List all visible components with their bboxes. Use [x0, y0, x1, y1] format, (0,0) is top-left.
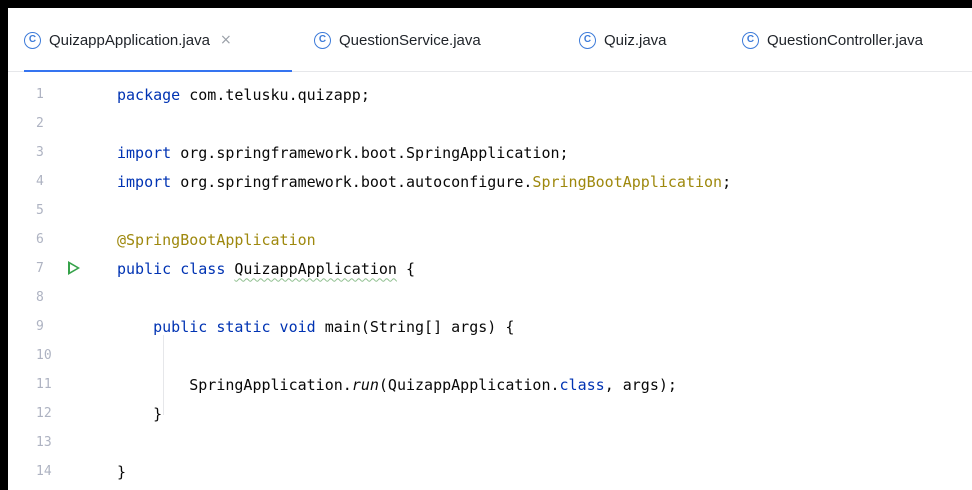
line-number: 7: [36, 261, 44, 276]
closing-brace: }: [117, 462, 127, 481]
run-icon[interactable]: [68, 261, 80, 275]
annotation-token: SpringBootApplication: [532, 172, 723, 191]
code-text: }: [117, 463, 126, 481]
tab-question-controller[interactable]: C QuestionController.java: [742, 8, 923, 72]
code-line: 13: [8, 428, 972, 457]
code-token: main(String[] args) {: [315, 317, 515, 336]
tab-question-service[interactable]: C QuestionService.java: [314, 8, 481, 72]
code-line: 10: [8, 341, 972, 370]
code-line: 6 @SpringBootApplication: [8, 225, 972, 254]
code-text: public class QuizappApplication {: [117, 260, 415, 278]
tab-quiz[interactable]: C Quiz.java: [579, 8, 667, 72]
code-line: 1 package com.telusku.quizapp;: [8, 80, 972, 109]
line-number: 3: [36, 145, 44, 160]
keyword: import: [117, 143, 172, 162]
code-line: 5: [8, 196, 972, 225]
code-line: 11 SpringApplication.run(QuizappApplicat…: [8, 370, 972, 399]
line-number: 12: [36, 406, 52, 421]
code-line: 7 public class QuizappApplication {: [8, 254, 972, 283]
code-token: org.springframework.boot.SpringApplicati…: [171, 143, 569, 162]
line-number: 6: [36, 232, 44, 247]
keyword: public static void: [153, 317, 316, 336]
editor-tab-bar: C QuizappApplication.java × C QuestionSe…: [8, 8, 972, 73]
line-number: 5: [36, 203, 44, 218]
line-number: 8: [36, 290, 44, 305]
code-text: package com.telusku.quizapp;: [117, 86, 370, 104]
annotation-token: @SpringBootApplication: [117, 230, 316, 249]
closing-brace: }: [153, 404, 163, 423]
method-token: run: [351, 375, 379, 394]
code-line: 4 import org.springframework.boot.autoco…: [8, 167, 972, 196]
class-name-token: QuizappApplication: [234, 259, 397, 278]
keyword: class: [559, 375, 605, 394]
code-token: SpringApplication.: [189, 375, 352, 394]
code-token: org.springframework.boot.autoconfigure.: [171, 172, 533, 191]
line-number: 9: [36, 319, 44, 334]
code-text: }: [117, 405, 162, 423]
code-text: @SpringBootApplication: [117, 231, 316, 249]
code-token: (QuizappApplication.: [378, 375, 560, 394]
code-line: 9 public static void main(String[] args)…: [8, 312, 972, 341]
line-number: 2: [36, 116, 44, 131]
code-text: import org.springframework.boot.autoconf…: [117, 173, 731, 191]
code-line: 3 import org.springframework.boot.Spring…: [8, 138, 972, 167]
keyword: package: [117, 85, 181, 104]
class-c-icon: C: [24, 31, 41, 49]
line-number: 11: [36, 377, 52, 392]
tab-quizapp-application[interactable]: C QuizappApplication.java ×: [24, 8, 292, 73]
class-c-icon: C: [314, 31, 331, 49]
code-token: {: [396, 259, 416, 278]
tab-label: QuestionService.java: [339, 31, 481, 49]
code-token: com.telusku.quizapp;: [180, 85, 370, 104]
line-number: 10: [36, 348, 52, 363]
keyword: public class: [117, 259, 226, 278]
code-line: 8: [8, 283, 972, 312]
code-text: SpringApplication.run(QuizappApplication…: [117, 376, 677, 394]
code-line: 14 }: [8, 457, 972, 486]
code-line: 2: [8, 109, 972, 138]
class-c-icon: C: [579, 31, 596, 49]
keyword: import: [117, 172, 172, 191]
close-icon[interactable]: ×: [220, 32, 232, 48]
line-number: 1: [36, 87, 44, 102]
tab-label: Quiz.java: [604, 31, 667, 49]
class-c-icon: C: [742, 31, 759, 49]
code-line: 12 }: [8, 399, 972, 428]
line-number: 13: [36, 435, 52, 450]
code-text: public static void main(String[] args) {: [117, 318, 514, 336]
screenshot-frame: C QuizappApplication.java × C QuestionSe…: [0, 0, 972, 490]
tab-label: QuestionController.java: [767, 31, 923, 49]
tab-label: QuizappApplication.java: [49, 31, 210, 49]
code-token: ;: [722, 172, 732, 191]
line-number: 14: [36, 464, 52, 479]
code-editor[interactable]: 1 package com.telusku.quizapp; 2 3 impor…: [8, 72, 972, 490]
ide-editor-window: C QuizappApplication.java × C QuestionSe…: [8, 8, 972, 490]
code-token: , args);: [604, 375, 677, 394]
code-text: import org.springframework.boot.SpringAp…: [117, 144, 569, 162]
line-number: 4: [36, 174, 44, 189]
